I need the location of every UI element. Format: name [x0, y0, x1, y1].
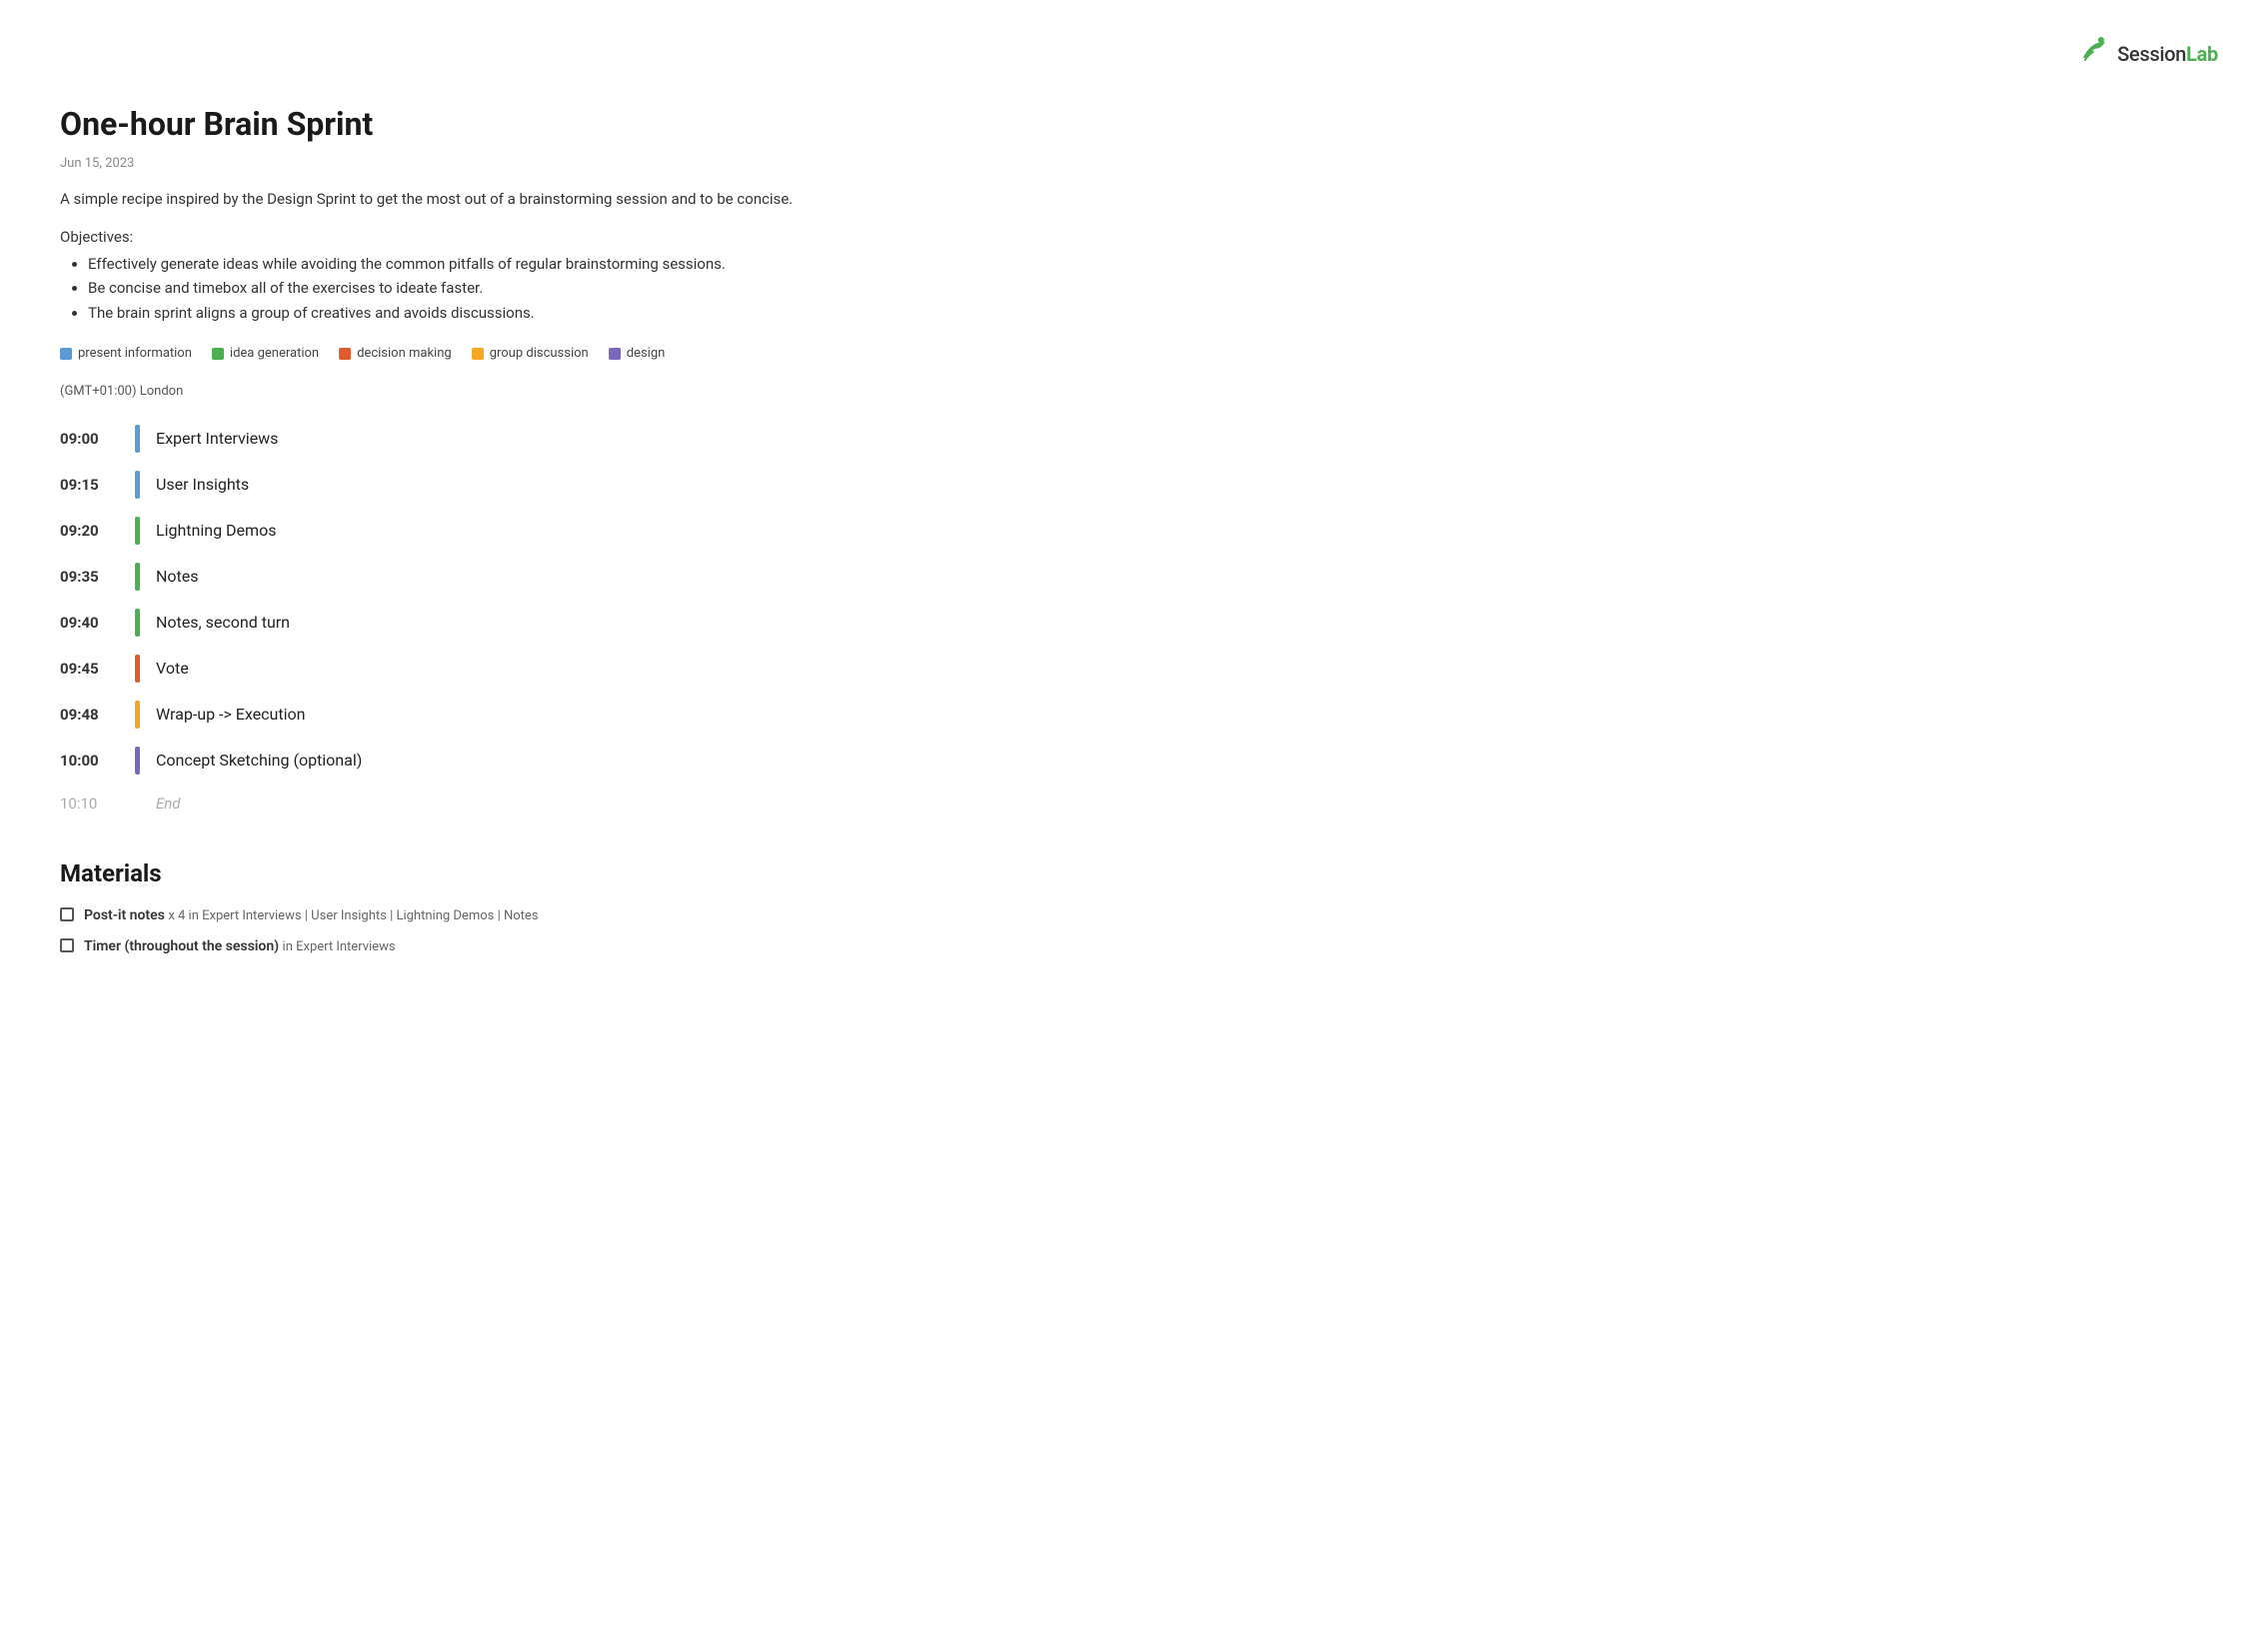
timezone: (GMT+01:00) London	[60, 382, 840, 402]
legend-label-group: group discussion	[490, 344, 589, 364]
material-name-0: Post-it notes	[84, 907, 165, 923]
page-title: One-hour Brain Sprint	[60, 100, 840, 148]
schedule-time-0920: 09:20	[60, 520, 135, 543]
schedule-end-label: End	[156, 793, 181, 816]
page-date: Jun 15, 2023	[60, 154, 840, 174]
legend-item-idea: idea generation	[212, 344, 319, 364]
schedule-row-0915: 09:15 User Insights	[60, 471, 840, 499]
materials-list: Post-it notes x 4 in Expert Interviews |…	[60, 905, 840, 957]
schedule-row-0900: 09:00 Expert Interviews	[60, 425, 840, 453]
legend-item-group: group discussion	[472, 344, 589, 364]
schedule-row-0935: 09:35 Notes	[60, 563, 840, 591]
schedule-bar-0940	[135, 609, 140, 637]
material-checkbox-0[interactable]	[60, 907, 74, 921]
schedule-row-0940: 09:40 Notes, second turn	[60, 609, 840, 637]
material-item-0: Post-it notes x 4 in Expert Interviews |…	[60, 905, 840, 926]
objective-item: The brain sprint aligns a group of creat…	[88, 302, 840, 325]
schedule-label-0940: Notes, second turn	[156, 611, 290, 635]
objectives-list: Effectively generate ideas while avoidin…	[60, 253, 840, 325]
schedule-bar-0915	[135, 471, 140, 499]
legend-label-present: present information	[78, 344, 192, 364]
material-checkbox-1[interactable]	[60, 938, 74, 952]
schedule-row-0948: 09:48 Wrap-up -> Execution	[60, 701, 840, 729]
idea-color-dot	[212, 348, 224, 360]
schedule-label-0945: Vote	[156, 657, 189, 681]
legend-item-present: present information	[60, 344, 192, 364]
schedule-row-0945: 09:45 Vote	[60, 655, 840, 683]
logo-text: SessionLab	[2117, 39, 2218, 69]
present-color-dot	[60, 348, 72, 360]
material-detail-1-text: in Expert Interviews	[283, 939, 396, 954]
objectives-label: Objectives:	[60, 226, 840, 249]
schedule-bar-1000	[135, 747, 140, 775]
group-color-dot	[472, 348, 484, 360]
schedule-bar-0920	[135, 517, 140, 545]
material-detail-0-text: x 4 in Expert Interviews | User Insights…	[168, 908, 538, 923]
schedule-label-0935: Notes	[156, 565, 199, 589]
schedule-time-0935: 09:35	[60, 566, 135, 589]
material-item-1: Timer (throughout the session) in Expert…	[60, 936, 840, 957]
sessionlab-bird-icon	[2075, 30, 2111, 78]
legend-item-design: design	[609, 344, 666, 364]
schedule-row-0920: 09:20 Lightning Demos	[60, 517, 840, 545]
schedule-bar-0935	[135, 563, 140, 591]
schedule-end-time: 10:10	[60, 793, 135, 816]
page-description: A simple recipe inspired by the Design S…	[60, 188, 840, 211]
schedule-label-0900: Expert Interviews	[156, 427, 278, 451]
schedule-label-0948: Wrap-up -> Execution	[156, 703, 305, 727]
schedule-row-1000: 10:00 Concept Sketching (optional)	[60, 747, 840, 775]
legend-label-design: design	[627, 344, 666, 364]
legend: present information idea generation deci…	[60, 344, 840, 364]
schedule-bar-0945	[135, 655, 140, 683]
logo-area: SessionLab	[2075, 30, 2218, 78]
legend-label-idea: idea generation	[230, 344, 319, 364]
objective-item: Be concise and timebox all of the exerci…	[88, 277, 840, 300]
schedule-time-0945: 09:45	[60, 658, 135, 681]
schedule-label-1000: Concept Sketching (optional)	[156, 749, 362, 773]
material-name-1: Timer (throughout the session)	[84, 938, 279, 954]
materials-section-title: Materials	[60, 855, 840, 891]
schedule-bar-0900	[135, 425, 140, 453]
schedule: 09:00 Expert Interviews 09:15 User Insig…	[60, 425, 840, 816]
schedule-label-0915: User Insights	[156, 473, 249, 497]
schedule-time-1000: 10:00	[60, 750, 135, 773]
schedule-label-0920: Lightning Demos	[156, 519, 276, 543]
schedule-time-0915: 09:15	[60, 474, 135, 497]
legend-item-decision: decision making	[339, 344, 452, 364]
legend-label-decision: decision making	[357, 344, 452, 364]
schedule-time-0900: 09:00	[60, 428, 135, 451]
decision-color-dot	[339, 348, 351, 360]
schedule-bar-0948	[135, 701, 140, 729]
design-color-dot	[609, 348, 621, 360]
schedule-time-0948: 09:48	[60, 704, 135, 727]
objective-item: Effectively generate ideas while avoidin…	[88, 253, 840, 276]
schedule-time-0940: 09:40	[60, 612, 135, 635]
schedule-end-row: 10:10 End	[60, 793, 840, 816]
